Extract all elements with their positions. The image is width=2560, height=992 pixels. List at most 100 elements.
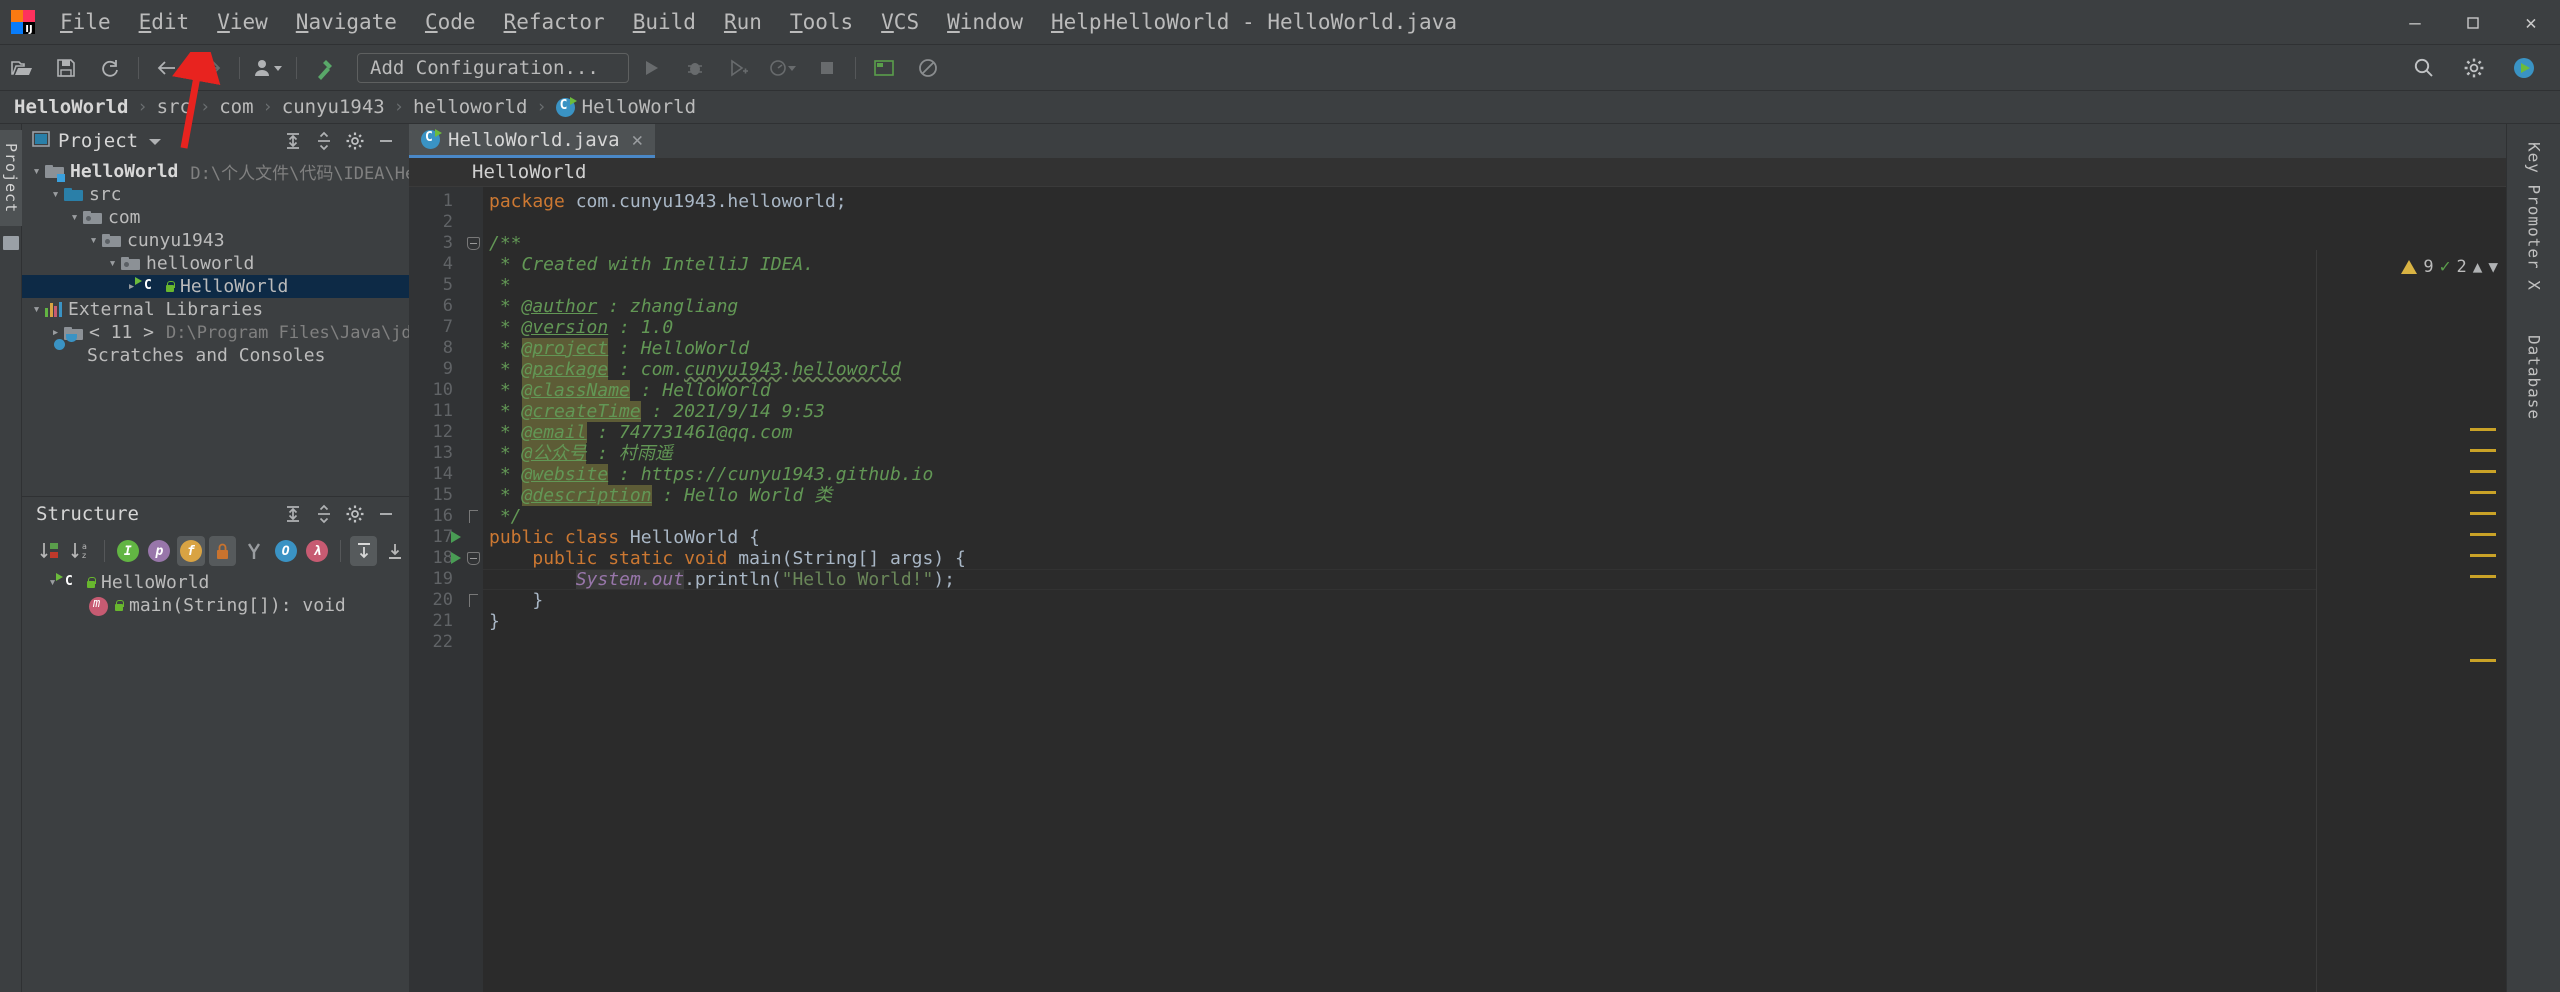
build-hammer-icon[interactable] <box>308 52 342 84</box>
breadcrumb-item-5[interactable]: HelloWorld <box>582 96 696 118</box>
gear-icon[interactable] <box>342 128 368 154</box>
breadcrumb[interactable]: HelloWorld › src › com › cunyu1943 › hel… <box>0 91 2560 124</box>
code-line[interactable]: * Created with IntelliJ IDEA. <box>483 254 2506 275</box>
code-line[interactable]: public static void main(String[] args) { <box>483 548 2506 569</box>
show-properties-icon[interactable]: p <box>146 536 174 566</box>
ui-designer-icon[interactable] <box>867 52 901 84</box>
tree-row-scratches[interactable]: Scratches and Consoles <box>22 344 409 367</box>
user-dropdown-icon[interactable] <box>251 52 285 84</box>
breadcrumb-item-3[interactable]: cunyu1943 <box>282 96 385 118</box>
save-icon[interactable] <box>49 52 83 84</box>
structure-row-method[interactable]: m main(String[]): void <box>22 594 409 617</box>
fold-marker[interactable] <box>463 548 483 569</box>
sort-by-visibility-icon[interactable] <box>36 536 64 566</box>
code-line[interactable]: * <box>483 275 2506 296</box>
code-content[interactable]: package com.cunyu1943.helloworld; /** * … <box>483 187 2506 992</box>
profiler-dropdown-icon[interactable] <box>766 52 800 84</box>
autoscroll-from-source-icon[interactable] <box>381 536 409 566</box>
close-icon[interactable]: ✕ <box>632 129 643 151</box>
tree-row-module-helloworld[interactable]: ▾ HelloWorld D:\个人文件\代码\IDEA\HelloWorld <box>22 160 409 184</box>
code-line[interactable]: */ <box>483 506 2506 527</box>
autoscroll-to-source-icon[interactable] <box>349 536 378 566</box>
code-line[interactable]: /** <box>483 233 2506 254</box>
maximize-button[interactable] <box>2444 0 2502 45</box>
chevron-down-icon[interactable]: ▾ <box>28 164 45 179</box>
menu-item-build[interactable]: Build <box>619 6 710 38</box>
expand-all-icon[interactable] <box>280 128 306 154</box>
show-non-public-icon[interactable] <box>208 536 237 566</box>
tree-row-com[interactable]: ▾ com <box>22 206 409 229</box>
code-line[interactable]: * @email : 747731461@qq.com <box>483 422 2506 443</box>
chevron-down-icon[interactable] <box>148 130 162 152</box>
show-anonymous-icon[interactable] <box>240 536 268 566</box>
code-line[interactable] <box>483 632 2506 653</box>
tool-window-button-database[interactable]: Database <box>2507 323 2560 432</box>
code-line[interactable]: } <box>483 590 2506 611</box>
inspection-marker[interactable] <box>2470 512 2496 515</box>
inspection-marker[interactable] <box>2470 449 2496 452</box>
breadcrumb-item-1[interactable]: src <box>157 96 191 118</box>
window-controls[interactable]: – ✕ <box>2386 0 2560 45</box>
menu-item-window[interactable]: Window <box>933 6 1037 38</box>
inspection-marker[interactable] <box>2470 491 2496 494</box>
code-line[interactable]: * @公众号 : 村雨遥 <box>483 443 2506 464</box>
menu-item-run[interactable]: Run <box>710 6 776 38</box>
gear-icon[interactable] <box>342 501 368 527</box>
arrow-left-icon[interactable] <box>150 52 184 84</box>
debug-bug-icon[interactable] <box>678 52 712 84</box>
tree-row-cunyu1943[interactable]: ▾ cunyu1943 <box>22 229 409 252</box>
menu-item-view[interactable]: View <box>203 6 282 38</box>
inspection-marker[interactable] <box>2470 533 2496 536</box>
tree-row-class-helloworld[interactable]: ▸ HelloWorld <box>22 275 409 298</box>
minimize-button[interactable]: – <box>2386 0 2444 45</box>
breadcrumb-item-4[interactable]: helloworld <box>413 96 527 118</box>
code-line[interactable]: * @package : com.cunyu1943.helloworld <box>483 359 2506 380</box>
show-lambdas-icon[interactable]: λ <box>303 536 331 566</box>
run-gutter-icon[interactable] <box>451 531 461 543</box>
code-line[interactable] <box>483 212 2506 233</box>
collapse-all-icon[interactable] <box>311 501 337 527</box>
inspection-scrollbar-column[interactable]: 9 ✓ 2 ▲ ▼ <box>2316 250 2506 992</box>
structure-row-class[interactable]: ▾ HelloWorld <box>22 571 409 594</box>
tree-row-jdk[interactable]: ▸ < 11 > D:\Program Files\Java\jdk-11.0.… <box>22 321 409 344</box>
fold-marker[interactable] <box>463 233 483 254</box>
code-line[interactable]: * @project : HelloWorld <box>483 338 2506 359</box>
chevron-down-icon[interactable]: ▾ <box>104 256 121 271</box>
menu-bar[interactable]: File Edit View Navigate Code Refactor Bu… <box>46 6 1116 38</box>
show-inherited-icon[interactable]: I <box>114 536 142 566</box>
menu-item-navigate[interactable]: Navigate <box>282 6 411 38</box>
menu-item-tools[interactable]: Tools <box>776 6 867 38</box>
tree-row-src[interactable]: ▾ src <box>22 183 409 206</box>
tool-window-button-key-promoter-x[interactable]: Key Promoter X <box>2507 130 2560 303</box>
minimize-icon[interactable] <box>373 128 399 154</box>
collapse-all-icon[interactable] <box>311 128 337 154</box>
breadcrumb-item-2[interactable]: com <box>219 96 253 118</box>
stop-icon[interactable] <box>810 52 844 84</box>
editor-tab-bar[interactable]: HelloWorld.java ✕ <box>409 124 2506 158</box>
inspection-marker[interactable] <box>2470 575 2496 578</box>
menu-item-help[interactable]: Help <box>1037 6 1116 38</box>
close-button[interactable]: ✕ <box>2502 0 2560 45</box>
breadcrumb-item-0[interactable]: HelloWorld <box>14 96 128 118</box>
tree-row-external-libraries[interactable]: ▾ External Libraries <box>22 298 409 321</box>
sort-alphabetically-icon[interactable]: az <box>68 536 96 566</box>
inspection-summary[interactable]: 9 ✓ 2 ▲ ▼ <box>2401 256 2498 277</box>
editor-tab-helloworld-java[interactable]: HelloWorld.java ✕ <box>409 124 656 158</box>
fold-marker[interactable] <box>463 590 483 611</box>
no-entry-icon[interactable] <box>911 52 945 84</box>
open-folder-icon[interactable] <box>5 52 39 84</box>
code-editor[interactable]: 1 2 3 4 5 6 7 8 9 10 11 12 13 14 15 16 17 18 19 20 21 22 pack… <box>409 187 2506 992</box>
refresh-icon[interactable] <box>93 52 127 84</box>
code-folding-gutter[interactable] <box>463 187 483 992</box>
search-icon[interactable] <box>2407 52 2441 84</box>
chevron-right-icon[interactable]: ▸ <box>47 325 64 340</box>
menu-item-edit[interactable]: Edit <box>125 6 204 38</box>
fold-marker[interactable] <box>463 506 483 527</box>
gear-icon[interactable] <box>2457 52 2491 84</box>
code-line[interactable]: * @author : zhangliang <box>483 296 2506 317</box>
run-play-icon[interactable] <box>634 52 668 84</box>
code-line[interactable]: * @version : 1.0 <box>483 317 2506 338</box>
inspection-marker[interactable] <box>2470 428 2496 431</box>
code-line[interactable]: package com.cunyu1943.helloworld; <box>483 191 2506 212</box>
code-line[interactable]: } <box>483 611 2506 632</box>
